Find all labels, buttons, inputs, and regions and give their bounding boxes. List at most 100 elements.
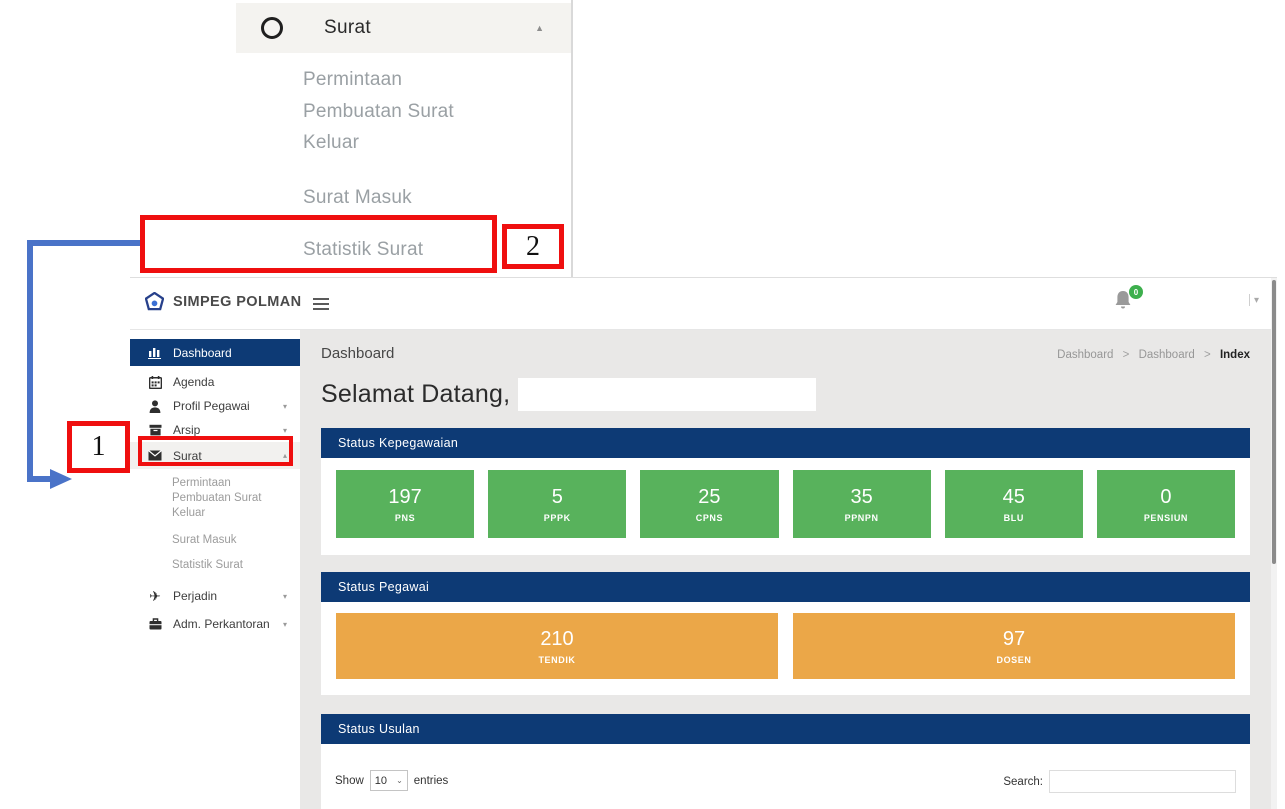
brand-text: SIMPEG POLMAN xyxy=(173,294,301,310)
stat-label: PNS xyxy=(395,513,415,523)
stat-card-cpns: 25 CPNS xyxy=(640,470,778,538)
brand[interactable]: SIMPEG POLMAN xyxy=(145,292,301,311)
inset-surat-menu-header[interactable]: Surat ▲ xyxy=(236,3,571,53)
breadcrumb: Dashboard > Dashboard > Index xyxy=(1057,349,1250,361)
stat-value: 35 xyxy=(850,486,872,509)
sidebar-item-dashboard[interactable]: Dashboard xyxy=(130,339,300,366)
chevron-down-icon: ▾ xyxy=(283,592,287,601)
breadcrumb-separator: > xyxy=(1204,349,1211,361)
inset-right-border xyxy=(571,0,573,278)
submenu-item-surat-masuk[interactable]: Surat Masuk xyxy=(172,534,300,546)
entries-label: entries xyxy=(414,775,449,787)
main-content: Dashboard Dashboard > Dashboard > Index … xyxy=(300,330,1271,809)
submenu-item-permintaan[interactable]: Permintaan Pembuatan Surat Keluar xyxy=(172,476,284,521)
search-control: Search: xyxy=(1003,770,1236,793)
annotation-box-statistik-surat xyxy=(140,215,497,273)
bar-chart-icon xyxy=(147,346,163,359)
stat-label: TENDIK xyxy=(538,655,575,665)
stat-label: PENSIUN xyxy=(1144,513,1188,523)
sidebar-item-label: Arsip xyxy=(173,423,200,437)
dashboard-window: SIMPEG POLMAN 0 ▾ Dashboard xyxy=(130,277,1277,809)
sidebar-submenu-surat: Permintaan Pembuatan Surat Keluar Surat … xyxy=(130,476,300,571)
stat-card-pns: 197 PNS xyxy=(336,470,474,538)
user-menu-toggle[interactable]: ▾ xyxy=(1249,294,1259,306)
stat-label: PPNPN xyxy=(845,513,879,523)
page: Surat ▲ Permintaan Pembuatan Surat Kelua… xyxy=(0,0,1285,809)
sidebar-item-label: Agenda xyxy=(173,375,214,389)
briefcase-icon xyxy=(147,618,163,630)
stat-value: 197 xyxy=(388,486,421,509)
stat-value: 45 xyxy=(1003,486,1025,509)
panel-header: Status Usulan xyxy=(321,714,1250,744)
stat-value: 210 xyxy=(540,628,573,651)
sidebar-item-agenda[interactable]: Agenda xyxy=(130,370,300,394)
app-logo-icon xyxy=(145,292,164,311)
panel-status-kepegawaian: Status Kepegawaian 197 PNS 5 PPPK 25 CPN… xyxy=(321,428,1250,555)
breadcrumb-item[interactable]: Dashboard xyxy=(1139,349,1195,361)
stat-card-ppnpn: 35 PPNPN xyxy=(793,470,931,538)
sidebar-item-profil-pegawai[interactable]: Profil Pegawai ▾ xyxy=(130,394,300,418)
panel-status-usulan: Status Usulan Show 10 ⌄ entries Search: xyxy=(321,714,1250,809)
stat-card-pensiun: 0 PENSIUN xyxy=(1097,470,1235,538)
stat-label: PPPK xyxy=(544,513,571,523)
divider xyxy=(1249,294,1250,306)
inset-menu-item-permintaan[interactable]: Permintaan Pembuatan Surat Keluar xyxy=(303,64,488,159)
entries-select-value: 10 xyxy=(375,775,387,787)
circle-icon xyxy=(261,17,283,39)
show-label: Show xyxy=(335,775,364,787)
redacted-username xyxy=(518,378,816,411)
sidebar-item-label: Adm. Perkantoran xyxy=(173,617,270,631)
stat-value: 0 xyxy=(1160,486,1171,509)
notifications-button[interactable]: 0 xyxy=(1113,289,1139,317)
stat-card-tendik: 210 TENDIK xyxy=(336,613,778,679)
chevron-down-icon: ▾ xyxy=(283,426,287,435)
plane-icon: ✈ xyxy=(147,588,163,605)
annotation-step-2-label: 2 xyxy=(502,224,564,269)
panel-header: Status Kepegawaian xyxy=(321,428,1250,458)
stat-value: 25 xyxy=(698,486,720,509)
inset-surat-menu-title: Surat xyxy=(324,17,371,39)
notification-count-badge: 0 xyxy=(1129,285,1143,299)
breadcrumb-item[interactable]: Dashboard xyxy=(1057,349,1113,361)
scrollbar-track[interactable] xyxy=(1271,278,1277,809)
chevron-down-icon: ▾ xyxy=(283,620,287,629)
welcome-heading: Selamat Datang, xyxy=(321,380,510,409)
stat-label: CPNS xyxy=(696,513,723,523)
entries-control: Show 10 ⌄ entries xyxy=(335,770,448,791)
stat-card-blu: 45 BLU xyxy=(945,470,1083,538)
sidebar-item-label: Dashboard xyxy=(173,346,232,360)
stat-card-dosen: 97 DOSEN xyxy=(793,613,1235,679)
submenu-item-statistik-surat[interactable]: Statistik Surat xyxy=(172,559,300,571)
inset-menu-item-surat-masuk[interactable]: Surat Masuk xyxy=(303,182,412,214)
entries-select[interactable]: 10 ⌄ xyxy=(370,770,408,791)
sidebar: Dashboard Agenda Profil Pegawai ▾ Arsip xyxy=(130,330,300,809)
stat-value: 5 xyxy=(552,486,563,509)
panel-header: Status Pegawai xyxy=(321,572,1250,602)
sidebar-item-perjadin[interactable]: ✈ Perjadin ▾ xyxy=(130,584,300,608)
search-label: Search: xyxy=(1003,776,1043,788)
stat-label: DOSEN xyxy=(996,655,1031,665)
chevron-up-icon: ▲ xyxy=(535,23,544,33)
chevron-down-icon: ▾ xyxy=(1254,295,1259,306)
chevron-down-icon: ⌄ xyxy=(396,776,403,785)
calendar-icon xyxy=(147,376,163,389)
chevron-down-icon: ▾ xyxy=(283,402,287,411)
sidebar-item-label: Profil Pegawai xyxy=(173,399,250,413)
hamburger-menu-icon[interactable] xyxy=(313,298,329,313)
annotation-box-surat xyxy=(138,436,293,466)
top-navbar: SIMPEG POLMAN 0 ▾ xyxy=(130,278,1277,330)
breadcrumb-current: Index xyxy=(1220,349,1250,361)
scrollbar-thumb[interactable] xyxy=(1272,280,1276,564)
panel-status-pegawai: Status Pegawai 210 TENDIK 97 DOSEN xyxy=(321,572,1250,695)
annotation-step-1-label: 1 xyxy=(67,421,130,473)
stat-value: 97 xyxy=(1003,628,1025,651)
user-icon xyxy=(147,400,163,413)
stat-label: BLU xyxy=(1004,513,1024,523)
sidebar-item-adm-perkantoran[interactable]: Adm. Perkantoran ▾ xyxy=(130,612,300,636)
search-input[interactable] xyxy=(1049,770,1236,793)
sidebar-item-label: Perjadin xyxy=(173,589,217,603)
stat-card-pppk: 5 PPPK xyxy=(488,470,626,538)
breadcrumb-separator: > xyxy=(1123,349,1130,361)
archive-icon xyxy=(147,424,163,436)
page-title: Dashboard xyxy=(321,345,394,362)
